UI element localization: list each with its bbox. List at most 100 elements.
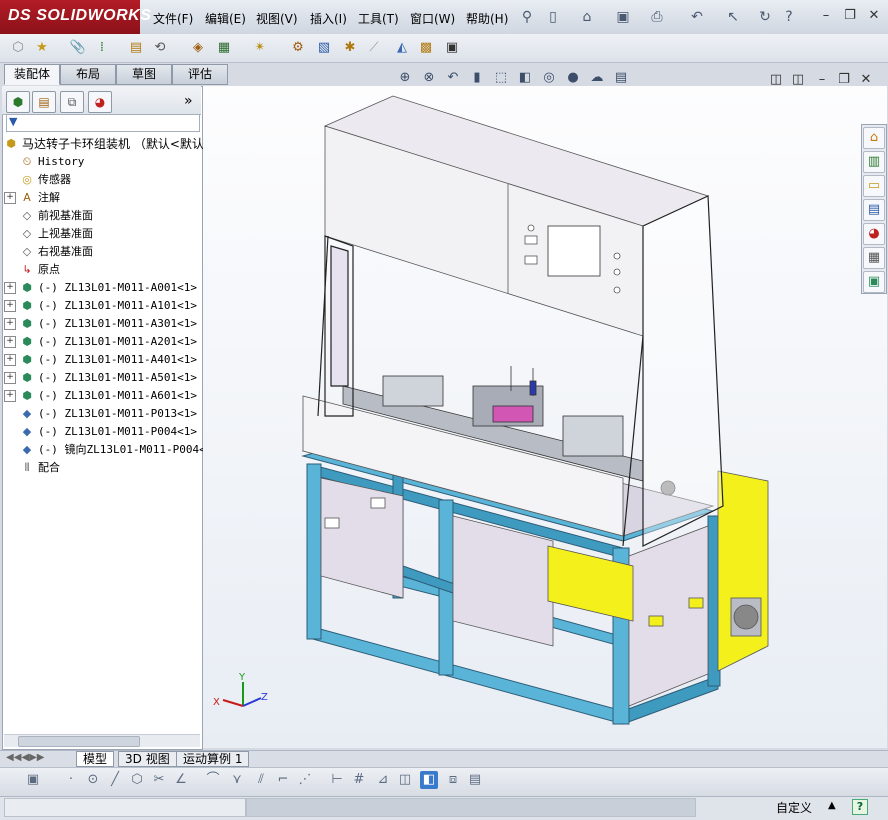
expand-icon[interactable]: + xyxy=(4,282,16,294)
tree-item[interactable]: + ⬢ (-) ZL13L01-M011-A401<1> ( xyxy=(4,351,210,369)
tree-item[interactable]: + ⬢ (-) ZL13L01-M011-A601<1> ( xyxy=(4,387,210,405)
expand-icon[interactable]: + xyxy=(4,372,16,384)
close-icon[interactable]: ✕ xyxy=(866,8,882,24)
table-icon[interactable]: ▤ xyxy=(466,771,484,789)
convert-entities-icon[interactable]: ⌒ xyxy=(204,771,222,789)
save-sketch-icon[interactable]: ▣ xyxy=(24,771,42,789)
tree-item[interactable]: + ⬢ (-) ZL13L01-M011-A101<1> ( xyxy=(4,297,210,315)
tree-item[interactable]: ⏲ History xyxy=(4,153,85,171)
menu-edit[interactable]: 编辑(E) xyxy=(205,10,246,27)
tree-item[interactable]: ◇ 上视基准面 xyxy=(4,225,93,243)
panel-expand-icon[interactable]: » xyxy=(184,93,193,109)
trim-icon[interactable]: ✂ xyxy=(150,771,168,789)
grid-icon[interactable]: # xyxy=(350,771,368,789)
menu-file[interactable]: 文件(F) xyxy=(153,10,193,27)
tab-layout[interactable]: 布局 xyxy=(60,64,116,85)
apply-scene-icon[interactable]: ☁ xyxy=(588,69,606,87)
offset-icon[interactable]: ⋎ xyxy=(228,771,246,789)
scrollbar-thumb[interactable] xyxy=(18,736,140,747)
save-icon[interactable]: ▣ xyxy=(614,8,632,26)
new-motion-study-icon[interactable]: ⚙ xyxy=(288,38,308,58)
restore-icon[interactable]: ❐ xyxy=(842,8,858,24)
print-icon[interactable]: ⎙ xyxy=(648,8,666,26)
units-selector[interactable]: 自定义 xyxy=(776,799,812,816)
tree-item[interactable]: + ⬢ (-) ZL13L01-M011-A201<1> ( xyxy=(4,333,210,351)
section-view-icon[interactable]: ▮ xyxy=(468,69,486,87)
rebuild-icon[interactable]: ↻ xyxy=(756,8,774,26)
linear-pattern-icon[interactable]: ⁞ xyxy=(92,38,112,58)
pin-icon[interactable]: ⚲ xyxy=(518,8,536,26)
move-component-icon[interactable]: ⟲ xyxy=(150,38,170,58)
new-document-icon[interactable]: ▯ xyxy=(544,8,562,26)
new-part-icon[interactable]: ★ xyxy=(32,38,52,58)
tree-root[interactable]: ⬢ 马达转子卡环组装机 （默认<默认 xyxy=(4,135,204,153)
view-settings-icon[interactable]: ▤ xyxy=(612,69,630,87)
tree-item[interactable]: ◆ (-) ZL13L01-M011-P004<1> ( xyxy=(4,423,210,441)
property-manager-tab-icon[interactable]: ▤ xyxy=(32,91,56,113)
take-snapshot-icon[interactable]: ▣ xyxy=(442,38,462,58)
tree-item[interactable]: ◆ (-) ZL13L01-M011-P013<1> ( xyxy=(4,405,210,423)
reference-geometry-icon[interactable]: ✴ xyxy=(250,38,270,58)
undo-icon[interactable]: ↶ xyxy=(688,8,706,26)
tree-item[interactable]: ◎ 传感器 xyxy=(4,171,71,189)
hide-show-icon[interactable]: ◎ xyxy=(540,69,558,87)
tree-filter-input[interactable] xyxy=(6,114,200,132)
select-icon[interactable]: ↖ xyxy=(724,8,742,26)
tab-sketch[interactable]: 草图 xyxy=(116,64,172,85)
tree-item[interactable]: ⫴ 配合 xyxy=(4,459,60,477)
minimize-icon[interactable]: – xyxy=(818,8,834,24)
quick-tips-help-icon[interactable]: ? xyxy=(852,799,868,815)
tree-item[interactable]: ↳ 原点 xyxy=(4,261,60,279)
configuration-manager-tab-icon[interactable]: ⧉ xyxy=(60,91,84,113)
construction-icon[interactable]: ⋰ xyxy=(296,771,314,789)
corner-icon[interactable]: ⌐ xyxy=(274,771,292,789)
polygon-icon[interactable]: ⬡ xyxy=(128,771,146,789)
show-hidden-icon[interactable]: ◈ xyxy=(188,38,208,58)
circle-icon[interactable]: ⊙ xyxy=(84,771,102,789)
exploded-view-icon[interactable]: ✱ xyxy=(340,38,360,58)
filter-icon[interactable]: ▼ xyxy=(9,115,17,128)
help-icon[interactable]: ? xyxy=(780,8,798,26)
explode-line-icon[interactable]: ⟋ xyxy=(364,38,384,58)
tree-item[interactable]: + ⬢ (-) ZL13L01-M011-A001<1> ( xyxy=(4,279,210,297)
machine-model-view[interactable]: Y Z X xyxy=(203,86,887,748)
tree-item[interactable]: ◇ 前视基准面 xyxy=(4,207,93,225)
expand-icon[interactable]: + xyxy=(4,390,16,402)
tab-motion-study[interactable]: 运动算例 1 xyxy=(176,751,250,767)
mate-icon[interactable]: 📎 xyxy=(68,38,88,58)
open-icon[interactable]: ⌂ xyxy=(578,8,596,26)
tree-item[interactable]: + ⬢ (-) ZL13L01-M011-A301<1> ( xyxy=(4,315,210,333)
expand-icon[interactable]: + xyxy=(4,192,16,204)
tree-item[interactable]: + ⬢ (-) ZL13L01-M011-A501<1> ( xyxy=(4,369,210,387)
tab-assembly[interactable]: 装配体 xyxy=(4,64,60,85)
layer-icon[interactable]: ⧈ xyxy=(444,771,462,789)
display-style-icon[interactable]: ◧ xyxy=(516,69,534,87)
menu-insert[interactable]: 插入(I) xyxy=(310,10,347,27)
angle-icon[interactable]: ∠ xyxy=(172,771,190,789)
expand-icon[interactable]: + xyxy=(4,300,16,312)
menu-window[interactable]: 窗口(W) xyxy=(410,10,455,27)
feature-manager-tab-icon[interactable]: ⬢ xyxy=(6,91,30,113)
expand-icon[interactable]: + xyxy=(4,318,16,330)
point-icon[interactable]: · xyxy=(62,771,80,789)
menu-view[interactable]: 视图(V) xyxy=(256,10,298,27)
bill-of-materials-icon[interactable]: ▧ xyxy=(314,38,334,58)
tree-item[interactable]: + A 注解 xyxy=(4,189,60,207)
expand-icon[interactable]: + xyxy=(4,354,16,366)
update-speedpak-icon[interactable]: ▩ xyxy=(416,38,436,58)
relation-icon[interactable]: ⊿ xyxy=(374,771,392,789)
expand-icon[interactable]: + xyxy=(4,336,16,348)
tab-evaluate[interactable]: 评估 xyxy=(172,64,228,85)
line-icon[interactable]: ╱ xyxy=(106,771,124,789)
smart-fasteners-icon[interactable]: ▤ xyxy=(126,38,146,58)
edit-appearance-icon[interactable]: ● xyxy=(564,69,582,87)
zoom-to-fit-icon[interactable]: ⊕ xyxy=(396,69,414,87)
assembly-features-icon[interactable]: ▦ xyxy=(214,38,234,58)
zoom-area-icon[interactable]: ⊗ xyxy=(420,69,438,87)
view-cube-icon[interactable]: ◫ xyxy=(396,771,414,789)
tab-model[interactable]: 模型 xyxy=(76,751,115,767)
units-dropdown-icon[interactable]: ▲ xyxy=(828,800,836,811)
tree-item[interactable]: ◇ 右视基准面 xyxy=(4,243,93,261)
previous-view-icon[interactable]: ↶ xyxy=(444,69,462,87)
insert-component-icon[interactable]: ⬡ xyxy=(8,38,28,58)
